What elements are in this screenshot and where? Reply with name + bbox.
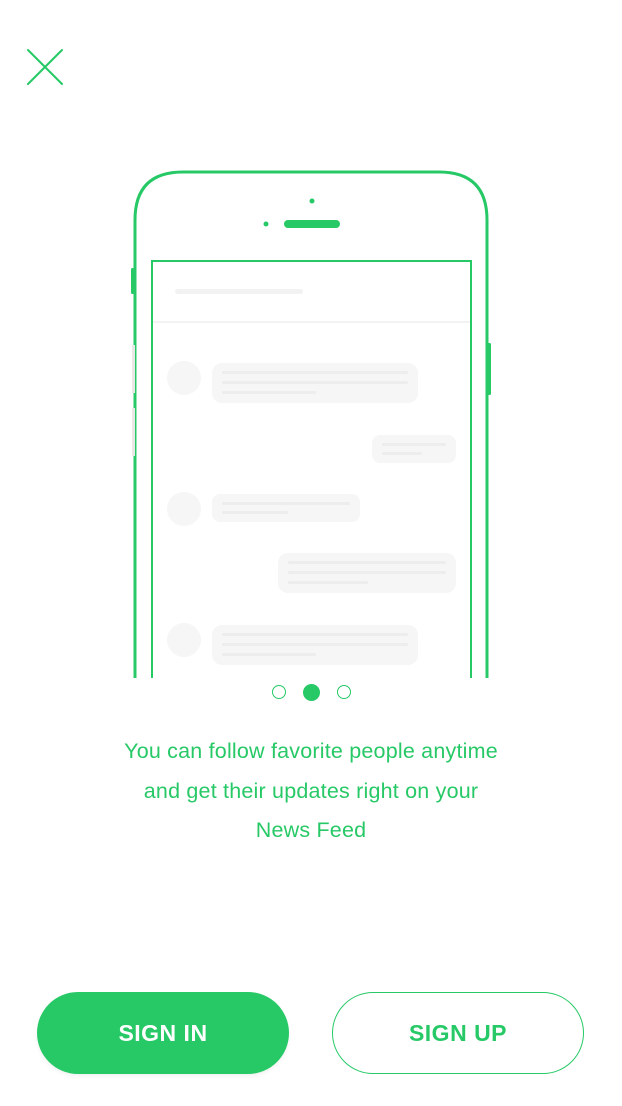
phone-sensor <box>263 221 269 227</box>
phone-illustration <box>0 160 622 680</box>
phone-outline <box>133 170 489 678</box>
page-dot-1[interactable] <box>271 685 286 699</box>
feed-avatar <box>167 623 201 657</box>
phone-screen <box>151 260 472 678</box>
phone-side-button <box>131 268 136 294</box>
phone-camera <box>309 198 315 204</box>
page-indicator <box>0 682 622 702</box>
phone-side-button <box>132 408 135 456</box>
feed-bubble <box>372 435 456 463</box>
phone-side-button <box>486 343 491 395</box>
sign-up-button[interactable]: SIGN UP <box>332 992 584 1074</box>
feed-avatar <box>167 492 201 526</box>
sign-in-button[interactable]: SIGN IN <box>37 992 289 1074</box>
close-button[interactable] <box>24 46 66 88</box>
description-line-2: and get their updates right on your <box>143 778 479 803</box>
phone-speaker <box>284 220 340 228</box>
description-line-1: You can follow favorite people anytime <box>124 739 498 763</box>
screen-header-line <box>175 289 303 294</box>
description-line-3: News Feed <box>255 818 367 842</box>
feed-avatar <box>167 361 201 395</box>
page-dot-2-active[interactable] <box>302 683 320 701</box>
onboarding-description: You can follow favorite people anytime a… <box>60 732 562 851</box>
close-icon <box>27 49 63 85</box>
phone-side-button <box>132 345 135 393</box>
page-dot-3[interactable] <box>336 685 351 699</box>
feed-bubble <box>212 494 360 522</box>
